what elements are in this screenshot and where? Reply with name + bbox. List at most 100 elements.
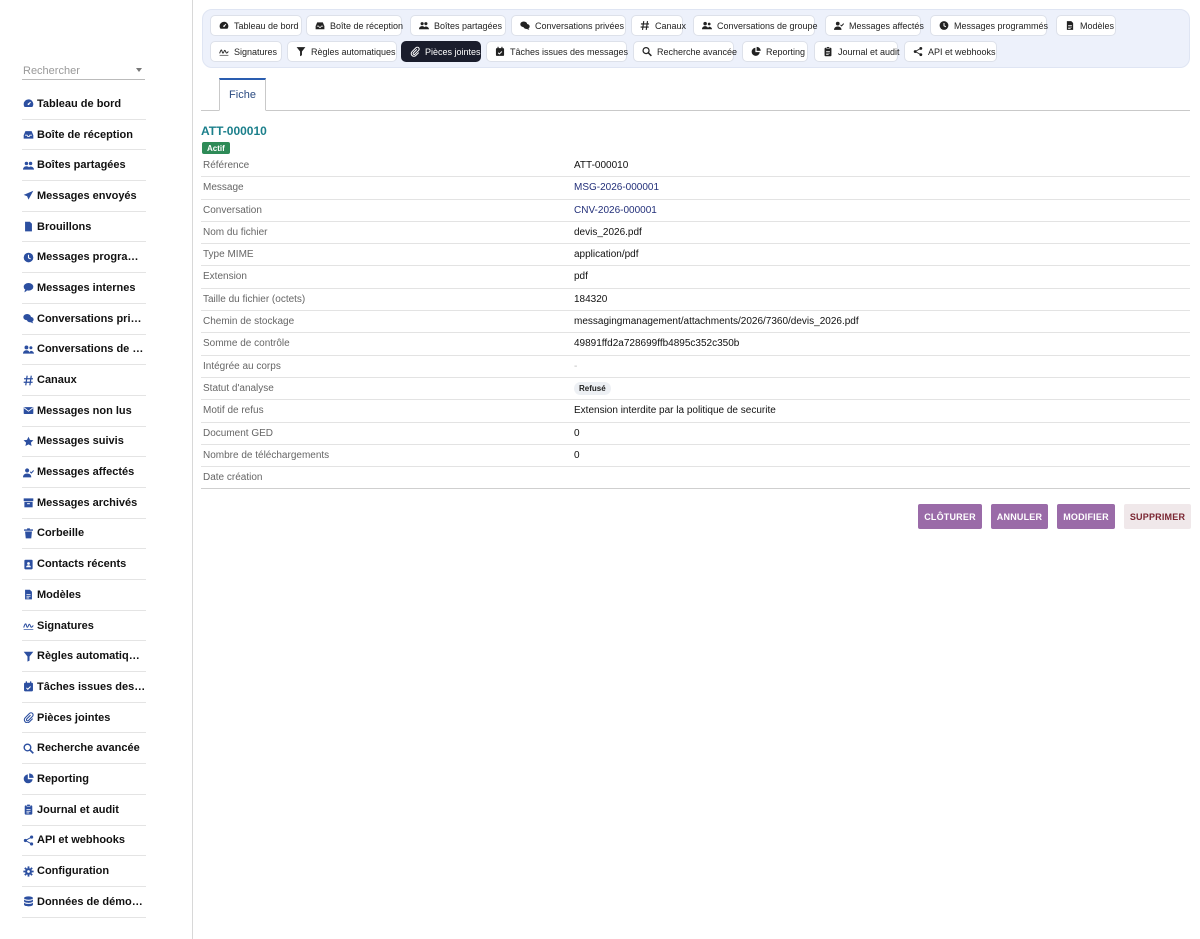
sidebar-item-boite-de-reception[interactable]: Boîte de réception: [22, 120, 146, 151]
sidebar-item-label: Conversations de groupe: [37, 343, 146, 356]
sidebar-item-label: Contacts récents: [37, 558, 127, 571]
detail-row: Nom du fichier devis_2026.pdf: [201, 222, 1190, 245]
tab-fiche[interactable]: Fiche: [219, 78, 266, 111]
calendar-check-icon: [495, 46, 505, 57]
detail-table: Référence ATT-000010 Message MSG-2026-00000…: [201, 155, 1190, 490]
edit-button[interactable]: MODIFIER: [1057, 504, 1115, 529]
sidebar-item-label: Boîtes partagées: [37, 159, 126, 172]
sidebar-item-messages-affectes[interactable]: Messages affectés: [22, 457, 146, 488]
sidebar-item-boites-partagees[interactable]: Boîtes partagées: [22, 150, 146, 182]
sidebar-item-messages-archives[interactable]: Messages archivés: [22, 488, 146, 519]
tab-recherche-avancee[interactable]: Recherche avancée: [633, 41, 737, 62]
cancel-button[interactable]: ANNULER: [991, 504, 1048, 529]
sidebar-item-conversations-privees[interactable]: Conversations privées: [22, 304, 146, 335]
sidebar-item-label: Tableau de bord: [37, 97, 122, 110]
search-select[interactable]: Rechercher: [22, 64, 145, 80]
sidebar-item-taches-issues-des-messages[interactable]: Tâches issues des messages: [22, 672, 146, 703]
sidebar-item-modeles[interactable]: Modèles: [22, 580, 146, 611]
tab-regles-automatiques[interactable]: Règles automatiques: [287, 41, 397, 62]
field-value: 184320: [574, 293, 608, 305]
field-value: pdf: [574, 271, 588, 283]
sidebar-item-donnees-de-demonstration[interactable]: Données de démonstration: [22, 887, 146, 918]
sidebar-item-tableau-de-bord[interactable]: Tableau de bord: [22, 89, 146, 120]
tab-api-et-webhooks[interactable]: API et webhooks: [904, 41, 997, 62]
status-badge: Actif: [202, 142, 230, 154]
sidebar-item-brouillons[interactable]: Brouillons: [22, 212, 146, 243]
sidebar-item-label: API et webhooks: [37, 834, 126, 847]
tab-reporting[interactable]: Reporting: [742, 41, 808, 62]
pie-chart-icon: [751, 46, 761, 57]
sidebar-item-recherche-avancee[interactable]: Recherche avancée: [22, 733, 146, 765]
close-button[interactable]: CLÔTURER: [918, 504, 982, 529]
detail-row: Intégrée au corps -: [201, 356, 1190, 378]
tab-boites-partagees[interactable]: Boîtes partagées: [410, 15, 506, 36]
comment-icon: [22, 282, 34, 294]
tab-messages-affectes[interactable]: Messages affectés: [825, 15, 924, 36]
sidebar-item-conversations-de-groupe[interactable]: Conversations de groupe: [22, 335, 146, 366]
sidebar-item-contacts-recents[interactable]: Contacts récents: [22, 549, 146, 580]
tab-tableau-de-bord[interactable]: Tableau de bord: [210, 15, 302, 36]
tab-boite-de-reception[interactable]: Boîte de réception: [306, 15, 403, 36]
module-tab-bar: Tableau de bord Boîte de réception Boîtes …: [202, 9, 1190, 68]
detail-row: Conversation CNV-2026-000001: [201, 200, 1190, 222]
sidebar-item-canaux[interactable]: Canaux: [22, 365, 146, 396]
sidebar-item-label: Corbeille: [37, 527, 85, 540]
database-icon: [22, 896, 34, 908]
tab-signatures[interactable]: Signatures: [210, 41, 282, 62]
sidebar-item-messages-programmes[interactable]: Messages programmés: [22, 242, 146, 274]
delete-button[interactable]: SUPPRIMER: [1124, 504, 1191, 529]
field-value-link[interactable]: CNV-2026-000001: [574, 205, 657, 216]
sidebar-item-regles-automatiques[interactable]: Règles automatiques: [22, 641, 146, 673]
gauge-icon: [22, 98, 34, 110]
tab-label: Conversations privées: [535, 20, 625, 31]
sidebar-item-pieces-jointes[interactable]: Pièces jointes: [22, 703, 146, 734]
tab-pieces-jointes[interactable]: Pièces jointes: [401, 41, 481, 62]
sidebar-item-messages-suivis[interactable]: Messages suivis: [22, 427, 146, 458]
tab-conversations-privees[interactable]: Conversations privées: [511, 15, 626, 36]
sidebar-item-label: Messages internes: [37, 281, 136, 294]
tab-conversations-de-groupe[interactable]: Conversations de groupe: [693, 15, 818, 36]
sidebar-item-journal-et-audit[interactable]: Journal et audit: [22, 795, 146, 826]
field-label: Somme de contrôle: [203, 338, 290, 350]
inbox-icon: [315, 21, 325, 31]
tab-label: Règles automatiques: [311, 46, 396, 57]
tab-journal-et-audit[interactable]: Journal et audit: [814, 41, 900, 62]
chevron-down-icon[interactable]: [136, 68, 142, 72]
sidebar-item-messages-envoyes[interactable]: Messages envoyés: [22, 181, 146, 212]
tab-taches-issues-des-messages[interactable]: Tâches issues des messages: [486, 41, 628, 62]
sidebar-item-api-et-webhooks[interactable]: API et webhooks: [22, 826, 146, 857]
tab-modeles[interactable]: Modèles: [1056, 15, 1116, 36]
sidebar-item-signatures[interactable]: Signatures: [22, 611, 146, 642]
magnifier-icon: [642, 46, 652, 57]
file-icon: [22, 221, 34, 233]
sidebar-item-configuration[interactable]: Configuration: [22, 856, 146, 887]
hashtag-icon: [22, 374, 34, 386]
filter-icon: [296, 47, 306, 57]
field-label: Référence: [203, 160, 250, 171]
field-value: 0: [574, 427, 580, 439]
sidebar-item-label: Configuration: [37, 865, 110, 878]
tab-messages-programmes[interactable]: Messages programmés: [930, 15, 1048, 36]
field-value: -: [574, 360, 578, 372]
pie-chart-icon: [22, 773, 34, 785]
analysis-status-badge: Refusé: [574, 381, 611, 395]
field-value-link[interactable]: MSG-2026-000001: [574, 182, 659, 193]
field-label: Statut d'analyse: [203, 382, 274, 394]
field-value: 49891ffd2a728699ffb4895c352c350b: [574, 338, 740, 350]
detail-row: Document GED 0: [201, 423, 1190, 445]
tab-label: Reporting: [766, 46, 806, 57]
tab-label: Signatures: [234, 46, 278, 57]
tab-label: Journal et audit: [838, 46, 900, 57]
sidebar-item-label: Brouillons: [37, 220, 92, 233]
sidebar-item-label: Modèles: [37, 588, 82, 601]
sidebar-item-corbeille[interactable]: Corbeille: [22, 519, 146, 550]
tab-canaux[interactable]: Canaux: [631, 15, 686, 36]
tab-label: Conversations de groupe: [717, 20, 818, 31]
sidebar-item-reporting[interactable]: Reporting: [22, 764, 146, 795]
field-label: Motif de refus: [203, 405, 264, 417]
detail-row: Taille du fichier (octets) 184320: [201, 289, 1190, 312]
signature-icon: [219, 47, 229, 57]
sidebar-item-label: Canaux: [37, 374, 77, 387]
sidebar-item-messages-internes[interactable]: Messages internes: [22, 273, 146, 304]
sidebar-item-messages-non-lus[interactable]: Messages non lus: [22, 396, 146, 427]
